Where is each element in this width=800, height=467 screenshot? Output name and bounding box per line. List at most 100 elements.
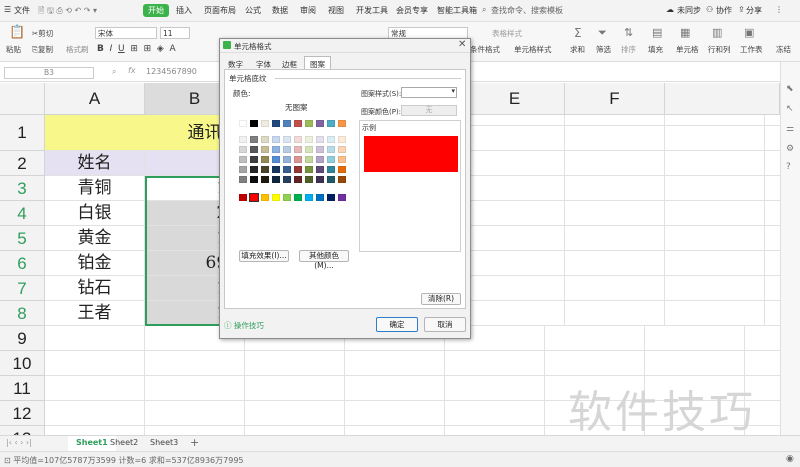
dialog-titlebar[interactable]: 单元格格式 ✕ xyxy=(220,39,470,53)
cursor-icon[interactable]: ↖ xyxy=(786,104,794,114)
sum-button[interactable]: 求和 xyxy=(570,44,585,55)
more-colors-button[interactable]: 其他颜色(M)... xyxy=(299,250,349,270)
fill-effects-button[interactable]: 填充效果(I)... xyxy=(239,250,289,262)
search-input[interactable]: 查找命令、搜索模板 xyxy=(491,5,563,16)
color-swatch[interactable] xyxy=(261,166,269,173)
color-swatch[interactable] xyxy=(261,194,269,201)
color-swatch[interactable] xyxy=(261,156,269,163)
tips-link[interactable]: ⓘ 操作技巧 xyxy=(224,320,264,331)
color-palette[interactable] xyxy=(239,120,351,250)
color-swatch[interactable] xyxy=(283,194,291,201)
font-style-buttons[interactable]: B I U ⊞ ⊞ ◈ A xyxy=(97,44,176,54)
name-cell[interactable]: 王者 xyxy=(45,301,145,326)
color-swatch[interactable] xyxy=(316,156,324,163)
color-swatch[interactable] xyxy=(327,120,335,127)
tab-review[interactable]: 审阅 xyxy=(300,5,316,16)
color-swatch[interactable] xyxy=(250,156,258,163)
tab-formula[interactable]: 公式 xyxy=(245,5,261,16)
row-header-1[interactable]: 1 xyxy=(0,115,45,151)
color-swatch[interactable] xyxy=(239,136,247,143)
filter-button[interactable]: 筛选 xyxy=(596,44,611,55)
close-icon[interactable]: ✕ xyxy=(458,39,466,50)
fill-button[interactable]: 填充 xyxy=(648,44,663,55)
color-swatch[interactable] xyxy=(294,136,302,143)
sort-button[interactable]: 排序 xyxy=(621,44,636,55)
color-swatch[interactable] xyxy=(272,156,280,163)
menu-icon[interactable]: ☰ xyxy=(4,5,11,14)
color-swatch[interactable] xyxy=(283,166,291,173)
color-swatch[interactable] xyxy=(250,120,258,127)
color-swatch[interactable] xyxy=(272,146,280,153)
ok-button[interactable]: 确定 xyxy=(376,317,418,332)
color-swatch[interactable] xyxy=(338,146,346,153)
add-sheet-button[interactable]: + xyxy=(190,436,199,449)
collab-button[interactable]: 协作 xyxy=(716,5,732,16)
color-swatch[interactable] xyxy=(261,136,269,143)
color-swatch[interactable] xyxy=(338,136,346,143)
more-icon[interactable]: ⋮ xyxy=(775,5,783,14)
row-header-12[interactable]: 12 xyxy=(0,401,45,426)
color-swatch[interactable] xyxy=(239,146,247,153)
color-swatch[interactable] xyxy=(338,166,346,173)
table-style-button[interactable]: 表格样式 xyxy=(492,28,522,39)
header-cell-name[interactable]: 姓名 xyxy=(45,151,145,176)
color-swatch[interactable] xyxy=(294,120,302,127)
tab-smart-toolbox[interactable]: 智能工具箱 xyxy=(437,5,477,16)
formula-input[interactable]: 1234567890 xyxy=(146,67,197,76)
color-swatch[interactable] xyxy=(305,156,313,163)
color-swatch[interactable] xyxy=(283,156,291,163)
sheet-tab-1[interactable]: Sheet1 xyxy=(68,436,116,451)
color-swatch[interactable] xyxy=(327,166,335,173)
color-swatch[interactable] xyxy=(261,146,269,153)
color-swatch[interactable] xyxy=(316,194,324,201)
no-pattern-option[interactable]: 无图案 xyxy=(285,102,308,113)
paste-icon[interactable]: 📋 xyxy=(9,25,25,40)
color-swatch[interactable] xyxy=(250,176,258,183)
color-swatch[interactable] xyxy=(283,176,291,183)
color-swatch[interactable] xyxy=(316,136,324,143)
row-col-button[interactable]: 行和列 xyxy=(708,44,731,55)
tab-start[interactable]: 开始 xyxy=(143,4,169,17)
clear-button[interactable]: 清除(R) xyxy=(421,293,461,305)
menu-file[interactable]: 文件 xyxy=(14,5,30,16)
color-swatch[interactable] xyxy=(316,120,324,127)
share-button[interactable]: 分享 xyxy=(746,5,762,16)
search-icon[interactable]: ⌕ xyxy=(482,5,486,15)
freeze-button[interactable]: 冻结 xyxy=(776,44,791,55)
tab-data[interactable]: 数据 xyxy=(272,5,288,16)
font-name-select[interactable]: 宋体 xyxy=(95,27,157,39)
color-swatch[interactable] xyxy=(250,136,258,143)
column-header-f[interactable]: F xyxy=(565,83,665,115)
color-swatch[interactable] xyxy=(250,166,258,173)
color-swatch[interactable] xyxy=(261,176,269,183)
eye-icon[interactable]: ◉ xyxy=(786,454,794,464)
font-size-select[interactable]: 11 xyxy=(160,27,190,39)
color-swatch[interactable] xyxy=(327,146,335,153)
color-swatch[interactable] xyxy=(272,136,280,143)
name-cell[interactable]: 黄金 xyxy=(45,226,145,251)
color-swatch[interactable] xyxy=(294,166,302,173)
color-swatch[interactable] xyxy=(272,120,280,127)
color-swatch[interactable] xyxy=(338,156,346,163)
color-swatch[interactable] xyxy=(294,176,302,183)
color-swatch[interactable] xyxy=(305,176,313,183)
color-swatch[interactable] xyxy=(283,136,291,143)
column-header-a[interactable]: A xyxy=(45,83,145,115)
tab-insert[interactable]: 插入 xyxy=(176,5,192,16)
tab-member[interactable]: 会员专享 xyxy=(396,5,428,16)
row-header-3[interactable]: 3 xyxy=(0,176,45,201)
pattern-color-select[interactable]: 无 xyxy=(401,105,457,116)
cond-format-button[interactable]: 条件格式 xyxy=(470,44,500,55)
color-swatch[interactable] xyxy=(327,156,335,163)
color-swatch[interactable] xyxy=(305,136,313,143)
name-box[interactable]: B3 xyxy=(4,67,94,79)
color-swatch[interactable] xyxy=(316,176,324,183)
tab-view[interactable]: 视图 xyxy=(328,5,344,16)
cell-style-button[interactable]: 单元格样式 xyxy=(514,44,552,55)
color-swatch[interactable] xyxy=(338,194,346,201)
cell-button[interactable]: 单元格 xyxy=(676,44,699,55)
color-swatch[interactable] xyxy=(294,156,302,163)
pattern-style-select[interactable]: ▾ xyxy=(401,87,457,98)
row-header-13[interactable]: 13 xyxy=(0,426,45,435)
row-header-5[interactable]: 5 xyxy=(0,226,45,251)
